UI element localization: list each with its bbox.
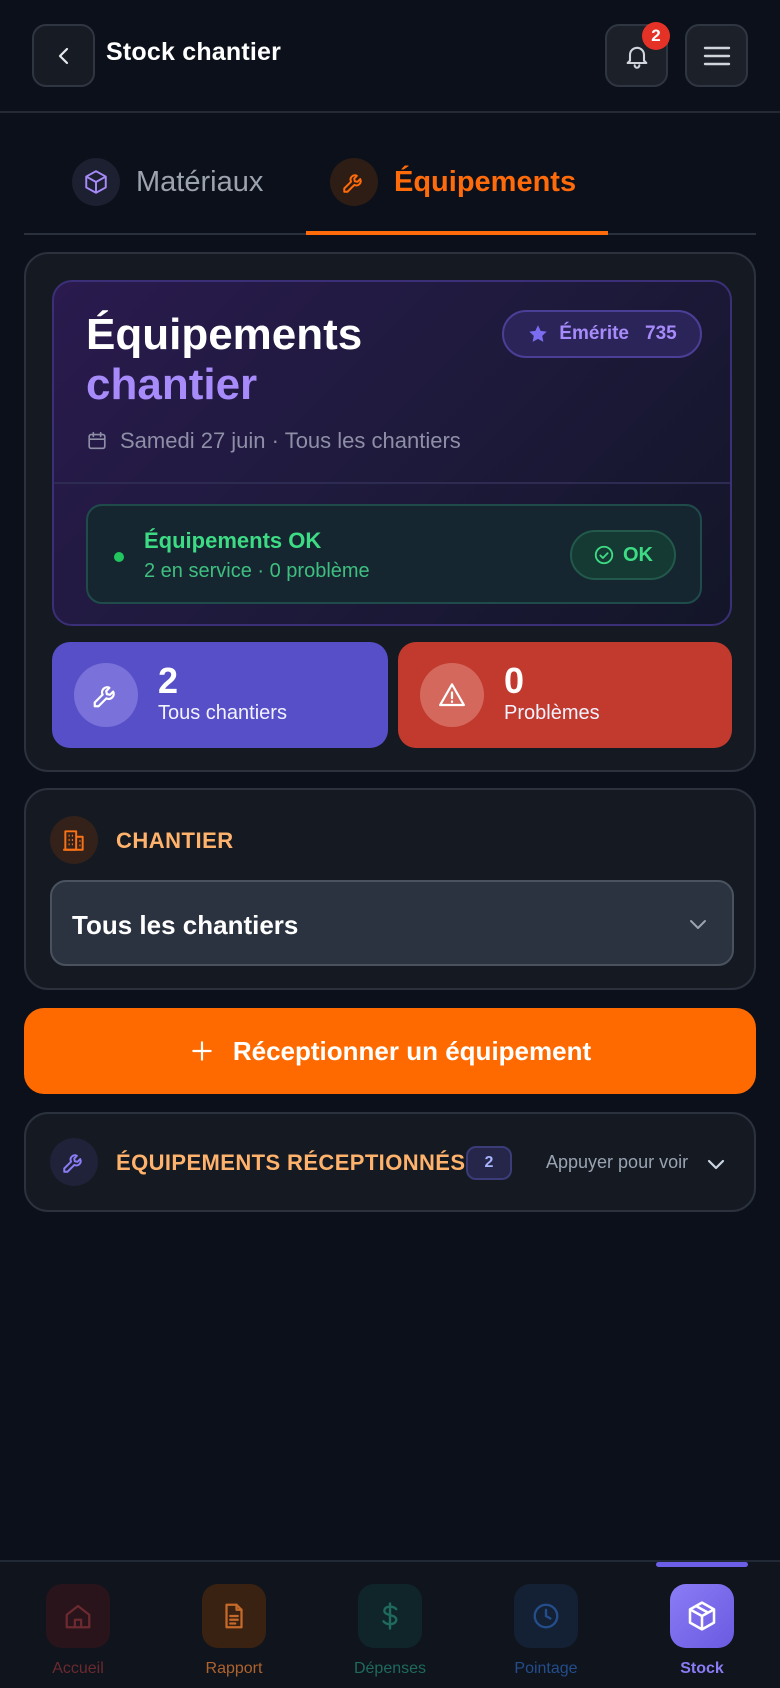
- status-dot: [114, 552, 124, 562]
- document-icon: [202, 1584, 266, 1648]
- summary-card: Équipements chantier Émérite 735 Samedi …: [24, 252, 756, 772]
- tab-equipements[interactable]: Équipements: [330, 158, 576, 206]
- active-tab-indicator: [306, 231, 608, 235]
- warning-icon: [420, 663, 484, 727]
- badge-score: 735: [645, 323, 677, 344]
- hero-subtitle: chantier: [86, 360, 258, 409]
- home-icon: [46, 1584, 110, 1648]
- chantier-card: CHANTIER Tous les chantiers: [24, 788, 756, 990]
- menu-button[interactable]: [685, 24, 748, 87]
- clock-icon: [514, 1584, 578, 1648]
- tab-bar: Matériaux Équipements: [24, 140, 756, 235]
- notification-badge: 2: [642, 22, 670, 50]
- nav-label: Accueil: [52, 1660, 104, 1677]
- cube-icon: [72, 158, 120, 206]
- bottom-navigation: Accueil Rapport Dépenses Pointage Stock: [0, 1560, 780, 1688]
- chantier-label: CHANTIER: [116, 828, 234, 853]
- building-icon: [50, 816, 98, 864]
- nav-pointage[interactable]: Pointage: [491, 1584, 601, 1678]
- emerite-badge: Émérite 735: [502, 310, 702, 358]
- cta-label: Réceptionner un équipement: [232, 1035, 592, 1066]
- stat-value: 0: [504, 660, 525, 701]
- received-label: ÉQUIPEMENTS RÉCEPTIONNÉS: [116, 1150, 466, 1175]
- hero-title: Équipements: [86, 310, 363, 359]
- wrench-icon: [330, 158, 378, 206]
- select-value: Tous les chantiers: [72, 910, 299, 940]
- nav-rapport[interactable]: Rapport: [179, 1584, 289, 1678]
- status-title: Équipements OK: [144, 528, 322, 553]
- badge-label: Émérite: [559, 323, 629, 344]
- tab-label: Équipements: [394, 165, 577, 198]
- star-icon: [527, 323, 549, 345]
- nav-label: Rapport: [205, 1660, 263, 1677]
- received-equipment-section[interactable]: ÉQUIPEMENTS RÉCEPTIONNÉS 2 Appuyer pour …: [24, 1112, 756, 1212]
- stat-label: Tous chantiers: [158, 702, 287, 724]
- check-circle-icon: [593, 544, 615, 566]
- app-header: Stock chantier 2: [0, 0, 780, 113]
- nav-accueil[interactable]: Accueil: [23, 1584, 133, 1678]
- nav-stock[interactable]: Stock: [647, 1584, 757, 1678]
- page-title: Stock chantier: [106, 38, 282, 66]
- plus-icon: [189, 1038, 215, 1064]
- nav-label: Stock: [680, 1660, 724, 1677]
- stat-label: Problèmes: [504, 702, 600, 724]
- stat-value: 2: [158, 660, 179, 701]
- status-panel: Équipements OK 2 en service · 0 problème…: [86, 504, 702, 604]
- chevron-down-icon: [686, 912, 710, 936]
- nav-depenses[interactable]: Dépenses: [335, 1584, 445, 1678]
- wrench-icon: [50, 1138, 98, 1186]
- active-nav-indicator: [656, 1562, 748, 1567]
- divider: [54, 482, 730, 484]
- stat-problemes[interactable]: 0 Problèmes: [398, 642, 732, 748]
- nav-label: Dépenses: [353, 1660, 427, 1677]
- ok-label: OK: [623, 543, 653, 566]
- receive-equipment-button[interactable]: Réceptionner un équipement: [24, 1008, 756, 1094]
- stat-tous-chantiers[interactable]: 2 Tous chantiers: [52, 642, 388, 748]
- back-button[interactable]: [32, 24, 95, 87]
- hero-panel: Équipements chantier Émérite 735 Samedi …: [52, 280, 732, 626]
- wrench-icon: [74, 663, 138, 727]
- chantier-select[interactable]: Tous les chantiers: [50, 880, 734, 966]
- status-subtitle: 2 en service · 0 problème: [144, 560, 370, 582]
- package-icon: [670, 1584, 734, 1648]
- status-ok-badge: OK: [570, 530, 676, 580]
- dollar-icon: [358, 1584, 422, 1648]
- hamburger-menu-icon: [702, 44, 732, 68]
- nav-label: Pointage: [514, 1660, 578, 1677]
- calendar-icon: [86, 430, 108, 452]
- tab-label: Matériaux: [136, 165, 264, 198]
- date-text: Samedi 27 juin · Tous les chantiers: [120, 428, 461, 453]
- received-hint: Appuyer pour voir: [546, 1152, 689, 1172]
- chevron-left-icon: [52, 44, 76, 68]
- tab-materiaux[interactable]: Matériaux: [72, 158, 263, 206]
- received-count-badge: 2: [466, 1146, 512, 1180]
- date-line: Samedi 27 juin · Tous les chantiers: [86, 428, 461, 454]
- chevron-down-icon: [704, 1152, 728, 1176]
